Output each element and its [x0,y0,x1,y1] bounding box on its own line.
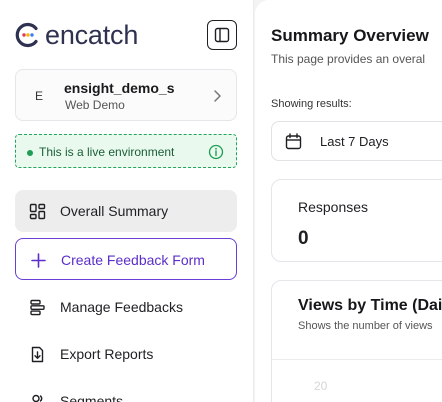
list-icon [30,299,45,316]
encatch-logo-icon [15,22,38,48]
collapse-sidebar-button[interactable] [207,20,237,50]
chart-axis-hint: 20 [314,379,328,393]
workspace-avatar: E [34,89,43,103]
sidebar-item-label: Create Feedback Form [61,252,205,268]
workspace-switcher[interactable]: E ensight_demo_s Web Demo [15,69,237,121]
calendar-icon [285,133,302,150]
card-divider [272,359,442,360]
workspace-subtitle: Web Demo [65,98,125,112]
live-status-dot [27,150,33,156]
live-environment-banner: This is a live environment [15,134,237,168]
sidebar-item-label: Export Reports [60,346,154,362]
sidebar-item-segments[interactable]: Segments [15,380,237,402]
brand-name: encatch [45,20,139,50]
responses-value: 0 [298,228,309,249]
file-download-icon [31,346,44,363]
sidebar-item-label: Overall Summary [60,203,169,219]
dashboard-grid-icon [29,203,46,220]
sidebar-item-label: Manage Feedbacks [60,299,183,315]
live-environment-label: This is a live environment [39,145,175,159]
plus-icon [31,253,46,268]
main-content: Summary Overview This page provides an o… [255,0,442,402]
views-title: Views by Time (Daily [298,297,442,314]
info-icon[interactable] [208,144,224,160]
sidebar-toggle-icon [214,27,230,43]
sidebar-item-create-feedback-form[interactable]: Create Feedback Form [15,238,237,280]
views-by-time-card: Views by Time (Daily Shows the number of… [271,280,442,402]
users-icon [32,394,43,402]
responses-card: Responses 0 [271,179,442,262]
responses-label: Responses [298,199,369,215]
views-subtitle: Shows the number of views [298,320,433,332]
page-title: Summary Overview [271,26,429,45]
sidebar-item-label: Segments [60,393,124,402]
sidebar-item-manage-feedbacks[interactable]: Manage Feedbacks [15,286,237,328]
sidebar: encatch E ensight_demo_s Web Demo This i… [0,0,254,402]
sidebar-item-overall-summary[interactable]: Overall Summary [15,190,237,232]
showing-results-label: Showing results: [271,98,352,110]
workspace-name: ensight_demo_s [64,80,175,96]
date-range-picker[interactable]: Last 7 Days [271,121,442,161]
date-range-value: Last 7 Days [320,134,389,149]
brand[interactable]: encatch [15,20,138,50]
chevron-right-icon [214,90,221,102]
page-subtitle: This page provides an overal [271,52,426,66]
sidebar-item-export-reports[interactable]: Export Reports [15,333,237,375]
